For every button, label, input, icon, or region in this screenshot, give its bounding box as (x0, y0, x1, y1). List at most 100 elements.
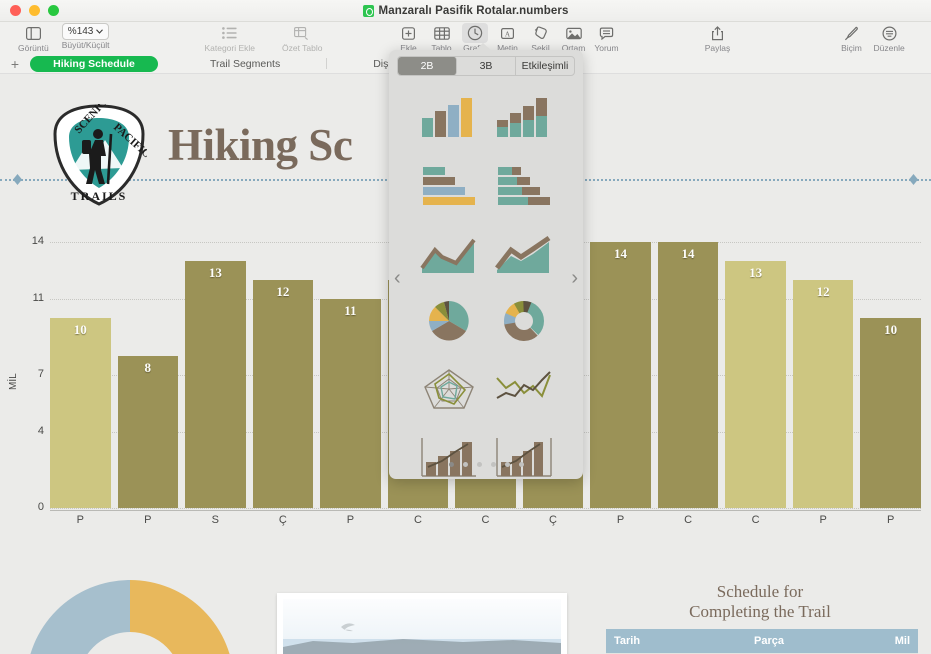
chart-bar-group[interactable]: 12 (253, 242, 314, 508)
chart-type-line[interactable] (486, 358, 561, 420)
toolbar-table-button[interactable]: Tablo (429, 22, 455, 53)
chart-x-tick: P (793, 514, 854, 528)
add-sheet-button[interactable]: + (0, 57, 30, 71)
chart-type-stacked-area[interactable] (486, 222, 561, 284)
chart-bar[interactable]: 10 (860, 318, 921, 508)
toolbar-add-category-button[interactable]: Kategori Ekle (204, 22, 255, 53)
toolbar-share-button[interactable]: Paylaş (705, 22, 731, 53)
chart-type-picker[interactable]: 2B 3B Etkileşimli (389, 50, 583, 479)
close-button[interactable] (10, 5, 21, 16)
chart-type-two-axis[interactable] (486, 426, 561, 479)
chart-bar[interactable]: 13 (725, 261, 786, 508)
popover-page-dot[interactable] (491, 462, 496, 467)
popover-page-dot[interactable] (463, 462, 468, 467)
popover-page-dot[interactable] (519, 462, 524, 467)
chart-dimension-segmented-control[interactable]: 2B 3B Etkileşimli (397, 56, 575, 76)
toolbar-text-button[interactable]: A Metin (495, 22, 521, 53)
media-icon (561, 23, 587, 43)
chart-x-tick: S (185, 514, 246, 528)
toolbar-comment-button[interactable]: Yorum (594, 22, 620, 53)
chart-x-tick: C (725, 514, 786, 528)
page-title[interactable]: Hiking Sc (168, 119, 352, 171)
toolbar-format-button[interactable]: Biçim (839, 22, 865, 53)
zoom-button[interactable] (48, 5, 59, 16)
chart-type-stacked-column[interactable] (486, 86, 561, 148)
tab-interactive[interactable]: Etkileşimli (516, 57, 574, 75)
scenic-pacific-trails-logo[interactable]: SCENIC PACIFIC TRAILS (51, 104, 147, 207)
column-header-mil[interactable]: Mil (884, 629, 918, 653)
chart-bar[interactable]: 8 (118, 356, 179, 508)
toolbar-organize-button[interactable]: Düzenle (874, 22, 905, 53)
chart-bar-group[interactable]: 13 (185, 242, 246, 508)
chart-bar-group[interactable]: 13 (725, 242, 786, 508)
svg-text:A: A (505, 30, 511, 38)
chart-bar-value: 11 (320, 303, 381, 319)
zoom-level-pill[interactable]: %143 (62, 23, 110, 40)
chart-bar-value: 12 (793, 284, 854, 300)
tab-2d[interactable]: 2B (398, 57, 457, 75)
minimize-button[interactable] (29, 5, 40, 16)
chart-x-tick: P (320, 514, 381, 528)
guide-handle-left[interactable] (13, 174, 22, 185)
chart-x-tick: P (118, 514, 179, 528)
chart-bar[interactable]: 12 (253, 280, 314, 508)
toolbar-zoom-control[interactable]: %143 Büyüt/Küçült (62, 22, 110, 50)
chart-bar[interactable]: 10 (50, 318, 111, 508)
pivot-table-icon (289, 23, 315, 43)
chart-bar-group[interactable]: 10 (860, 242, 921, 508)
category-icon (217, 23, 243, 43)
chart-bar-value: 13 (185, 265, 246, 281)
chart-bar-group[interactable]: 12 (793, 242, 854, 508)
chart-bar-group[interactable]: 10 (50, 242, 111, 508)
sidebar-item-trail-segments[interactable]: Trail Segments (196, 56, 294, 72)
chart-type-donut[interactable] (486, 290, 561, 352)
chart-bar[interactable]: 14 (590, 242, 651, 508)
chart-type-pie[interactable] (411, 290, 486, 352)
chart-bar-group[interactable]: 14 (658, 242, 719, 508)
chart-type-column[interactable] (411, 86, 486, 148)
popover-page-dot[interactable] (505, 462, 510, 467)
toolbar-shape-button[interactable]: Şekil (528, 22, 554, 53)
percentage-of-trail-donut-chart[interactable]: Percentage of Trail (14, 566, 246, 654)
chart-bar[interactable]: 14 (658, 242, 719, 508)
chart-bar[interactable]: 12 (793, 280, 854, 508)
popover-next-arrow[interactable]: › (571, 268, 578, 288)
table-icon (429, 23, 455, 43)
sidebar-item-hiking-schedule[interactable]: Hiking Schedule (30, 56, 158, 72)
column-header-parca[interactable]: Parça (746, 629, 884, 653)
chart-y-tick: 14 (20, 235, 44, 247)
schedule-table[interactable]: Tarih Parça Mil 5-20 Temmuz 2015Californ… (606, 629, 918, 654)
chart-type-stacked-bar[interactable] (486, 154, 561, 216)
chart-x-tick: Ç (253, 514, 314, 528)
guide-handle-right[interactable] (909, 174, 918, 185)
popover-page-dots[interactable] (389, 462, 583, 467)
chart-x-tick: Ç (523, 514, 584, 528)
chart-y-tick: 4 (20, 425, 44, 437)
chart-bar-group[interactable]: 14 (590, 242, 651, 508)
chart-y-axis-label: MİL (8, 373, 19, 390)
toolbar-media-button[interactable]: Ortam (561, 22, 587, 53)
chart-bar[interactable]: 13 (185, 261, 246, 508)
chart-type-area[interactable] (411, 222, 486, 284)
schedule-table-block[interactable]: Schedule for Completing the Trail Tarih … (595, 580, 925, 654)
numbers-doc-icon (363, 5, 374, 17)
popover-prev-arrow[interactable]: ‹ (394, 268, 401, 288)
chart-bar[interactable]: 11 (320, 299, 381, 508)
toolbar-insert-button[interactable]: Ekle (396, 22, 422, 53)
tab-3d[interactable]: 3B (457, 57, 516, 75)
column-header-tarih[interactable]: Tarih (606, 629, 746, 653)
toolbar-comment-label: Yorum (594, 43, 618, 53)
chart-icon (462, 23, 488, 43)
toolbar-view-button[interactable]: Görüntü (18, 22, 49, 53)
chart-type-radar[interactable] (411, 358, 486, 420)
chart-type-bar[interactable] (411, 154, 486, 216)
chart-type-combo[interactable] (411, 426, 486, 479)
toolbar-pivot-table-button[interactable]: Özet Tablo (282, 22, 322, 53)
popover-page-dot[interactable] (477, 462, 482, 467)
coastal-scene-photo[interactable] (277, 593, 567, 654)
chart-bar-group[interactable]: 8 (118, 242, 179, 508)
format-brush-icon (839, 23, 865, 43)
popover-page-dot[interactable] (449, 462, 454, 467)
chart-bar-group[interactable]: 11 (320, 242, 381, 508)
svg-text:TRAILS: TRAILS (71, 189, 128, 203)
